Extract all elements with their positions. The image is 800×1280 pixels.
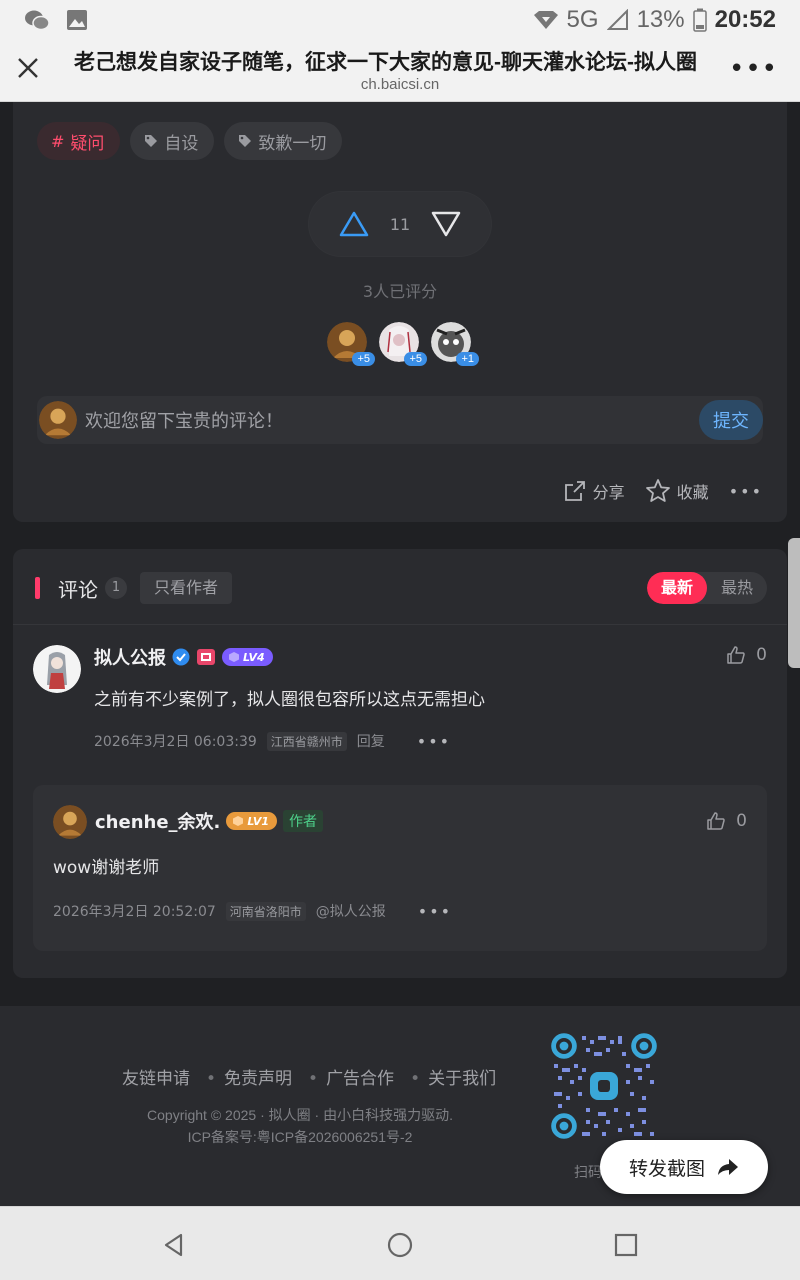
- official-badge-icon: [197, 649, 215, 665]
- footer-link-about[interactable]: • 关于我们: [410, 1064, 496, 1089]
- share-button[interactable]: 分享: [563, 479, 625, 503]
- site-footer: 友链申请 • 免责声明 • 广告合作 • 关于我们 Copyright © 2025 …: [0, 1006, 800, 1206]
- footer-link-ads[interactable]: • 广告合作: [308, 1064, 394, 1089]
- thumbs-up-icon: [727, 646, 745, 664]
- star-icon: [645, 479, 670, 502]
- comment-text: 之前有不少案例了，拟人圈很包容所以这点无需担心: [94, 690, 485, 710]
- comment-input-bar[interactable]: 欢迎您留下宝贵的评论！ 提交: [37, 396, 763, 444]
- sort-newest-button[interactable]: 最新: [646, 572, 707, 604]
- avatar: [39, 401, 77, 439]
- tag-icon: [239, 135, 252, 147]
- tag-apology[interactable]: 致歉一切: [224, 122, 343, 160]
- comments-section: 评论 1 只看作者 最新 最热 拟人公报 LV4 0 之前有不少案例了，拟人圈很…: [13, 549, 787, 978]
- more-icon[interactable]: •••: [729, 482, 763, 501]
- rater-list: +5 +5 +1: [327, 322, 479, 366]
- favorite-button[interactable]: 收藏: [645, 478, 709, 504]
- back-icon[interactable]: [160, 1231, 188, 1259]
- comments-title: 评论: [58, 578, 98, 602]
- footer-link-disclaimer[interactable]: • 免责声明: [206, 1064, 292, 1089]
- avatar[interactable]: [53, 805, 87, 839]
- comment-time: 2026年3月2日 06:03:39: [94, 734, 257, 750]
- more-icon[interactable]: •••: [417, 732, 451, 751]
- reply-item: chenhe_余欢. LV1 作者 0 wow谢谢老师 2026年3月2日 20…: [33, 785, 767, 951]
- icp-number[interactable]: ICP备案号:粤ICP备2026006251号-2: [0, 1126, 600, 1148]
- browser-header: 老己想发自家设子随笔，征求一下大家的意见-聊天灌水论坛-拟人圈 ch.baics…: [0, 40, 800, 102]
- tag-question[interactable]: # 疑问: [37, 122, 121, 160]
- verified-icon: [172, 648, 190, 666]
- cube-icon: [233, 816, 244, 826]
- copyright: Copyright © 2025 · 拟人圈 · 由小白科技强力驱动. ICP备…: [0, 1104, 600, 1148]
- like-button[interactable]: 0: [706, 811, 747, 831]
- comment-meta: 2026年3月2日 06:03:39 江西省赣州市 回复 •••: [94, 731, 451, 751]
- status-bar: 5G 13% 20:52: [0, 0, 800, 40]
- hotspot-icon: [533, 11, 558, 29]
- scan-hint: 扫码: [574, 1165, 602, 1181]
- comment-location: 江西省赣州市: [266, 731, 347, 751]
- reply-time: 2026年3月2日 20:52:07: [53, 904, 216, 920]
- tag-icon: [145, 135, 158, 147]
- comment-placeholder[interactable]: 欢迎您留下宝贵的评论！: [85, 407, 283, 433]
- vote-widget: 11: [309, 192, 491, 256]
- gallery-icon: [67, 10, 87, 30]
- signal-icon: [606, 9, 628, 30]
- thumbs-up-icon: [707, 812, 725, 830]
- reply-location: 河南省洛阳市: [225, 901, 306, 921]
- comment-author-row: 拟人公报 LV4: [94, 645, 273, 669]
- cube-icon: [229, 652, 239, 662]
- reply-text: wow谢谢老师: [53, 858, 160, 878]
- qr-code: [550, 1032, 658, 1140]
- rater-avatar[interactable]: +1: [431, 322, 479, 366]
- system-nav-bar: [0, 1206, 800, 1280]
- comments-count: 1: [105, 577, 127, 599]
- share-screenshot-button[interactable]: 转发截图: [600, 1140, 768, 1194]
- battery-icon: [692, 8, 707, 32]
- reply-mention[interactable]: @拟人公报: [316, 901, 386, 921]
- reply-button[interactable]: 回复: [357, 731, 385, 751]
- rater-avatar[interactable]: +5: [379, 322, 427, 366]
- downvote-icon[interactable]: [431, 211, 461, 237]
- post-actions: 分享 收藏 •••: [563, 478, 763, 504]
- reply-meta: 2026年3月2日 20:52:07 河南省洛阳市 @拟人公报 •••: [53, 901, 452, 921]
- battery-text: 13%: [636, 6, 685, 33]
- footer-link-friend[interactable]: 友链申请: [122, 1064, 190, 1089]
- author-only-button[interactable]: 只看作者: [140, 572, 233, 604]
- comments-header: 评论 1 只看作者 最新 最热: [13, 549, 787, 625]
- tag-custom[interactable]: 自设: [130, 122, 215, 160]
- submit-button[interactable]: 提交: [699, 400, 763, 440]
- footer-links: 友链申请 • 免责声明 • 广告合作 • 关于我们: [122, 1064, 496, 1089]
- level-badge: LV1: [226, 812, 278, 830]
- tag-list: # 疑问 自设 致歉一切: [37, 122, 343, 160]
- forward-arrow-icon: [718, 1159, 738, 1175]
- author-tag: 作者: [283, 810, 324, 832]
- upvote-icon[interactable]: [339, 211, 369, 237]
- scrollbar-handle[interactable]: [788, 538, 800, 668]
- page-host: ch.baicsi.cn: [360, 76, 440, 93]
- like-button[interactable]: 0: [726, 645, 767, 665]
- post-footer-card: # 疑问 自设 致歉一切 11 3人已评分 +5 +5 +1 欢迎您留下宝贵的评…: [13, 102, 787, 522]
- username[interactable]: 拟人公报: [94, 644, 166, 670]
- rated-count: 3人已评分: [362, 282, 438, 301]
- more-menu-icon[interactable]: •••: [729, 54, 778, 84]
- reply-author-row: chenhe_余欢. LV1 作者: [95, 808, 324, 834]
- username[interactable]: chenhe_余欢.: [95, 808, 220, 834]
- clock: 20:52: [714, 6, 776, 33]
- page-title: 老己想发自家设子随笔，征求一下大家的意见-聊天灌水论坛-拟人圈: [74, 51, 697, 74]
- hash-icon: #: [51, 131, 65, 151]
- sort-hot-button[interactable]: 最热: [707, 572, 767, 604]
- sort-toggle: 最新 最热: [646, 572, 767, 604]
- section-accent: [35, 577, 40, 599]
- more-icon[interactable]: •••: [418, 902, 452, 921]
- network-type: 5G: [566, 6, 599, 33]
- wechat-icon: [25, 10, 50, 31]
- recents-icon[interactable]: [612, 1231, 640, 1259]
- level-badge: LV4: [222, 648, 273, 666]
- home-icon[interactable]: [386, 1231, 414, 1259]
- avatar[interactable]: [33, 645, 81, 693]
- share-icon: [564, 481, 585, 501]
- rater-avatar[interactable]: +5: [327, 322, 375, 366]
- vote-count: 11: [389, 214, 411, 234]
